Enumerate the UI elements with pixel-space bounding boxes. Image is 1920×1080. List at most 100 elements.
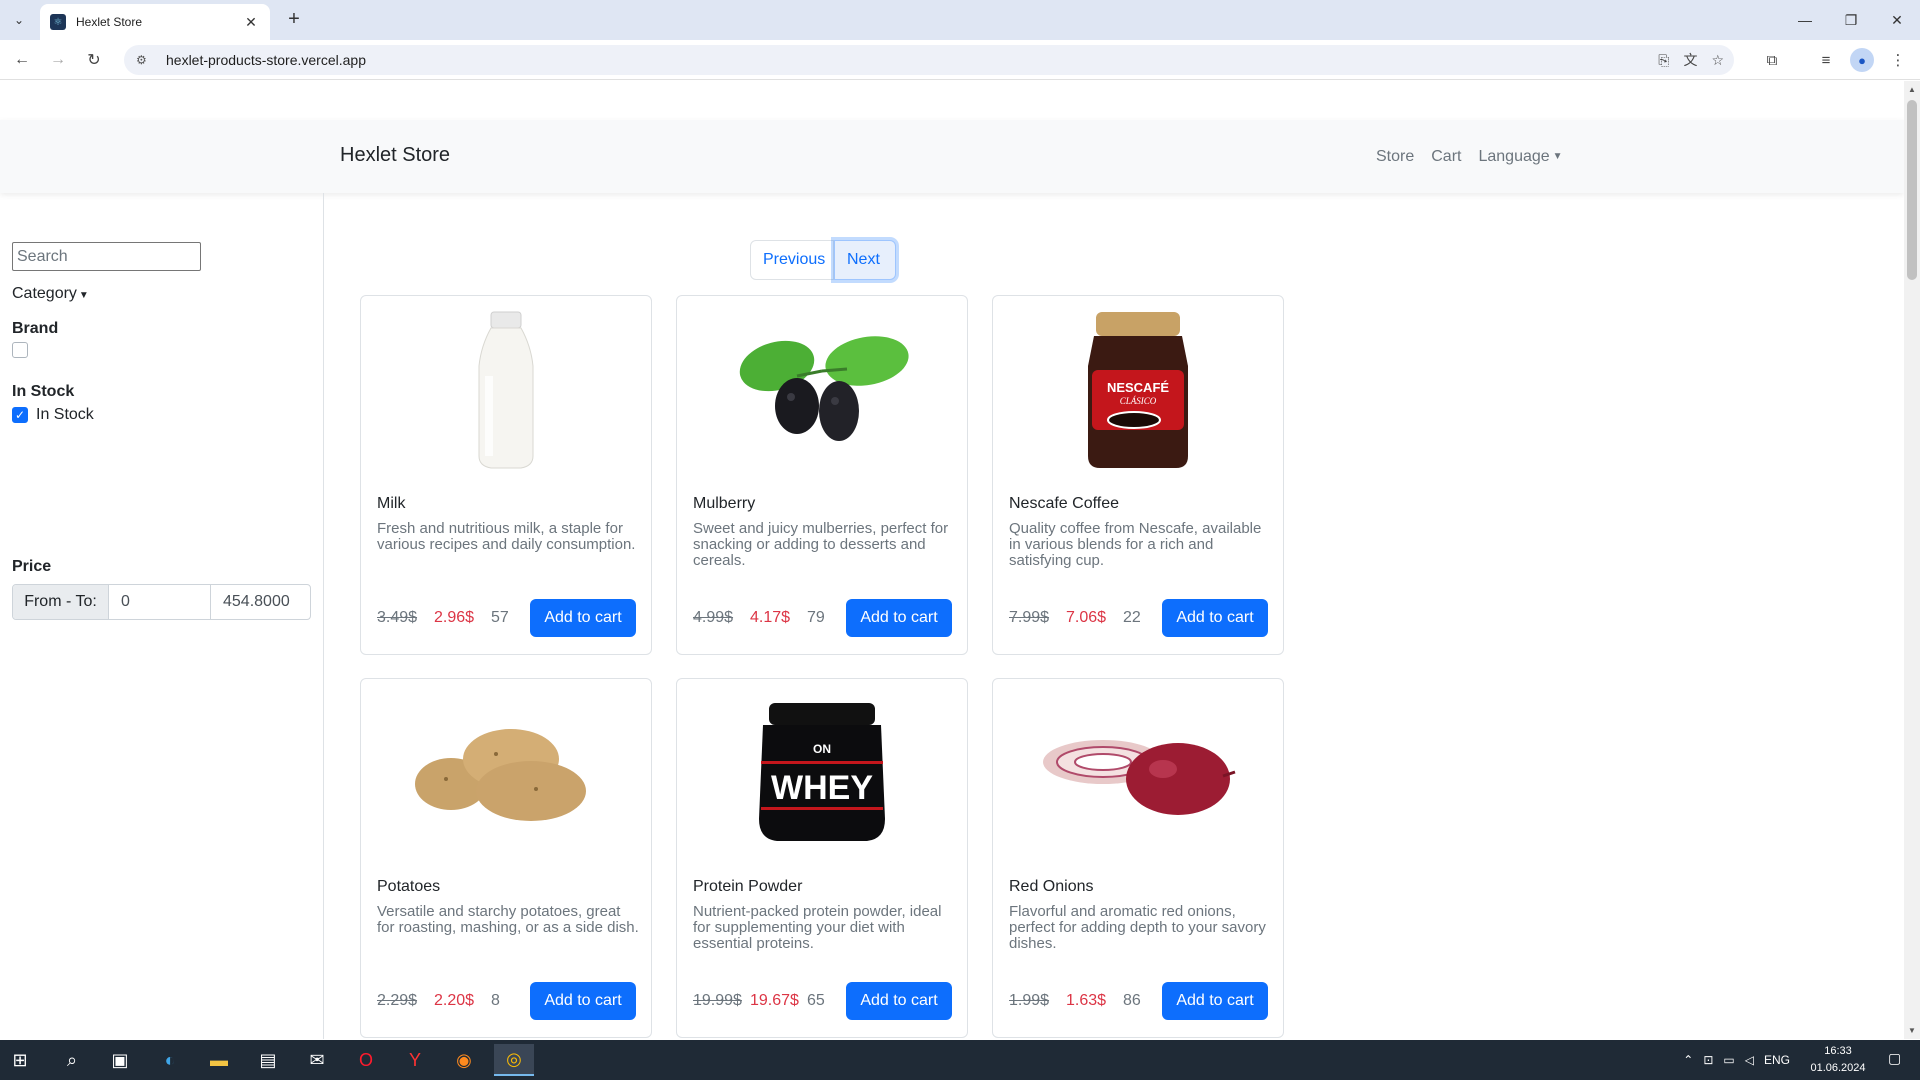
product-sale-price: 19.67$: [750, 992, 799, 1009]
product-title: Milk: [377, 495, 406, 512]
next-page-button[interactable]: Next: [834, 240, 896, 280]
milk-bottle-icon: [361, 296, 651, 486]
browser-tab[interactable]: ⚛ Hexlet Store ✕: [40, 4, 270, 40]
in-stock-checkbox[interactable]: ✓: [12, 407, 28, 423]
media-control-icon[interactable]: ≡: [1814, 48, 1838, 72]
add-to-cart-button[interactable]: Add to cart: [530, 599, 636, 637]
browser-menu-icon[interactable]: ⋮: [1886, 48, 1910, 72]
category-label: Category: [12, 285, 77, 302]
minimize-icon[interactable]: —: [1782, 0, 1828, 40]
product-stock-count: 57: [491, 609, 509, 626]
edge-browser-icon[interactable]: ◐: [150, 1044, 190, 1076]
tab-search-icon[interactable]: ⌄: [8, 9, 30, 31]
language-indicator[interactable]: ENG: [1764, 1053, 1790, 1067]
search-icon[interactable]: ⌕: [52, 1044, 92, 1076]
page-scrollbar[interactable]: ▲ ▼: [1904, 81, 1920, 1039]
site-info-icon[interactable]: ⚙: [136, 53, 156, 67]
brand-checkbox[interactable]: [12, 342, 28, 358]
file-explorer-icon[interactable]: ▬: [199, 1044, 239, 1076]
display-icon[interactable]: ▭: [1723, 1053, 1734, 1067]
browser-toolbar: ← → ↻ ⚙ hexlet-products-store.vercel.app…: [0, 40, 1920, 80]
mail-icon[interactable]: ✉: [297, 1044, 337, 1076]
search-input[interactable]: [12, 242, 201, 271]
protein-tub-icon: ON WHEY: [677, 679, 967, 869]
add-to-cart-button[interactable]: Add to cart: [1162, 599, 1268, 637]
product-stock-count: 86: [1123, 992, 1141, 1009]
taskbar-clock[interactable]: 16:33 01.06.2024: [1808, 1043, 1868, 1077]
windows-start-icon[interactable]: ⊞: [0, 1044, 40, 1076]
address-bar[interactable]: ⚙ hexlet-products-store.vercel.app ⎘ 文 ☆: [124, 45, 1734, 75]
product-old-price: 3.49$: [377, 609, 418, 626]
clock-time: 16:33: [1824, 1045, 1852, 1057]
red-onion-icon: [993, 679, 1283, 869]
nav-links: Store Cart Language ▼: [1376, 148, 1563, 166]
add-to-cart-button[interactable]: Add to cart: [846, 599, 952, 637]
product-card: Red Onions Flavorful and aromatic red on…: [992, 678, 1284, 1038]
product-sale-price: 1.63$: [1066, 992, 1107, 1009]
product-old-price: 7.99$: [1009, 609, 1050, 626]
notifications-icon[interactable]: ▢: [1888, 1050, 1908, 1070]
potatoes-icon: [361, 679, 651, 869]
yandex-browser-icon[interactable]: Y: [395, 1044, 435, 1076]
product-title: Mulberry: [693, 495, 756, 512]
nescafe-sublabel-text: CLÁSICO: [1120, 396, 1157, 406]
tab-title: Hexlet Store: [76, 15, 143, 29]
windows-taskbar: ⊞ ⌕ ▣ ◐ ▬ ▤ ✉ O Y ◉ ◎ ⌃ ⊡ ▭ ◁ ENG 16:33 …: [0, 1040, 1920, 1080]
new-tab-icon[interactable]: +: [282, 8, 306, 32]
clock-date: 01.06.2024: [1810, 1062, 1866, 1074]
firefox-icon[interactable]: ◉: [444, 1044, 484, 1076]
add-to-cart-button[interactable]: Add to cart: [846, 982, 952, 1020]
install-app-icon[interactable]: ⎘: [1658, 52, 1669, 69]
opera-browser-icon[interactable]: O: [346, 1044, 386, 1076]
product-stock-count: 79: [807, 609, 825, 626]
close-tab-icon[interactable]: ✕: [242, 14, 260, 31]
price-to-input[interactable]: 454.8000: [211, 585, 310, 619]
whey-brand-text: ON: [813, 742, 831, 756]
in-stock-label[interactable]: In Stock: [36, 406, 94, 424]
product-description: Fresh and nutritious milk, a staple for …: [377, 520, 636, 553]
forward-icon[interactable]: →: [46, 48, 70, 72]
nav-link-cart[interactable]: Cart: [1431, 148, 1461, 166]
product-title: Nescafe Coffee: [1009, 495, 1119, 512]
product-stock-count: 22: [1123, 609, 1141, 626]
translate-icon[interactable]: 文: [1683, 50, 1697, 70]
price-heading: Price: [12, 558, 52, 575]
back-icon[interactable]: ←: [10, 48, 34, 72]
store-icon[interactable]: ▤: [248, 1044, 288, 1076]
nav-link-language[interactable]: Language ▼: [1478, 148, 1562, 166]
bookmark-star-icon[interactable]: ☆: [1711, 52, 1724, 69]
close-window-icon[interactable]: ✕: [1874, 0, 1920, 40]
nescafe-logo-text: NESCAFÉ: [1107, 380, 1169, 395]
scroll-up-icon[interactable]: ▲: [1908, 85, 1916, 94]
checkmark-icon: ✓: [14, 408, 26, 422]
chrome-icon[interactable]: ◎: [494, 1044, 534, 1076]
previous-page-button[interactable]: Previous: [750, 240, 834, 280]
url-text: hexlet-products-store.vercel.app: [166, 52, 366, 68]
price-from-input[interactable]: 0: [109, 585, 211, 619]
page-viewport: Hexlet Store Store Cart Language▼ Catego…: [0, 81, 1920, 1039]
chevron-up-icon[interactable]: ⌃: [1683, 1053, 1693, 1067]
task-view-icon[interactable]: ▣: [100, 1044, 140, 1076]
site-brand[interactable]: Hexlet Store: [340, 144, 450, 167]
add-to-cart-button[interactable]: Add to cart: [530, 982, 636, 1020]
coffee-jar-icon: NESCAFÉ CLÁSICO: [993, 296, 1283, 486]
language-label: Language: [1478, 148, 1550, 165]
category-dropdown[interactable]: Category ▼: [12, 285, 89, 303]
product-sale-price: 4.17$: [750, 609, 791, 626]
product-card: Potatoes Versatile and starchy potatoes,…: [360, 678, 652, 1038]
price-range-group: From - To: 0 454.8000: [12, 584, 311, 620]
nav-link-store[interactable]: Store: [1376, 148, 1414, 166]
reload-icon[interactable]: ↻: [82, 48, 106, 72]
scrollbar-thumb[interactable]: [1907, 100, 1917, 280]
extensions-icon[interactable]: ⧉: [1760, 48, 1784, 72]
profile-avatar-icon[interactable]: ●: [1850, 48, 1874, 72]
volume-icon[interactable]: ◁: [1745, 1053, 1754, 1067]
product-description: Sweet and juicy mulberries, perfect for …: [693, 520, 949, 569]
scroll-down-icon[interactable]: ▼: [1908, 1026, 1916, 1035]
window-controls: — ❐ ✕: [1782, 0, 1920, 40]
whey-label-text: WHEY: [771, 769, 873, 807]
product-sale-price: 2.20$: [434, 992, 475, 1009]
restore-icon[interactable]: ❐: [1828, 0, 1874, 40]
network-icon[interactable]: ⊡: [1703, 1053, 1713, 1067]
add-to-cart-button[interactable]: Add to cart: [1162, 982, 1268, 1020]
